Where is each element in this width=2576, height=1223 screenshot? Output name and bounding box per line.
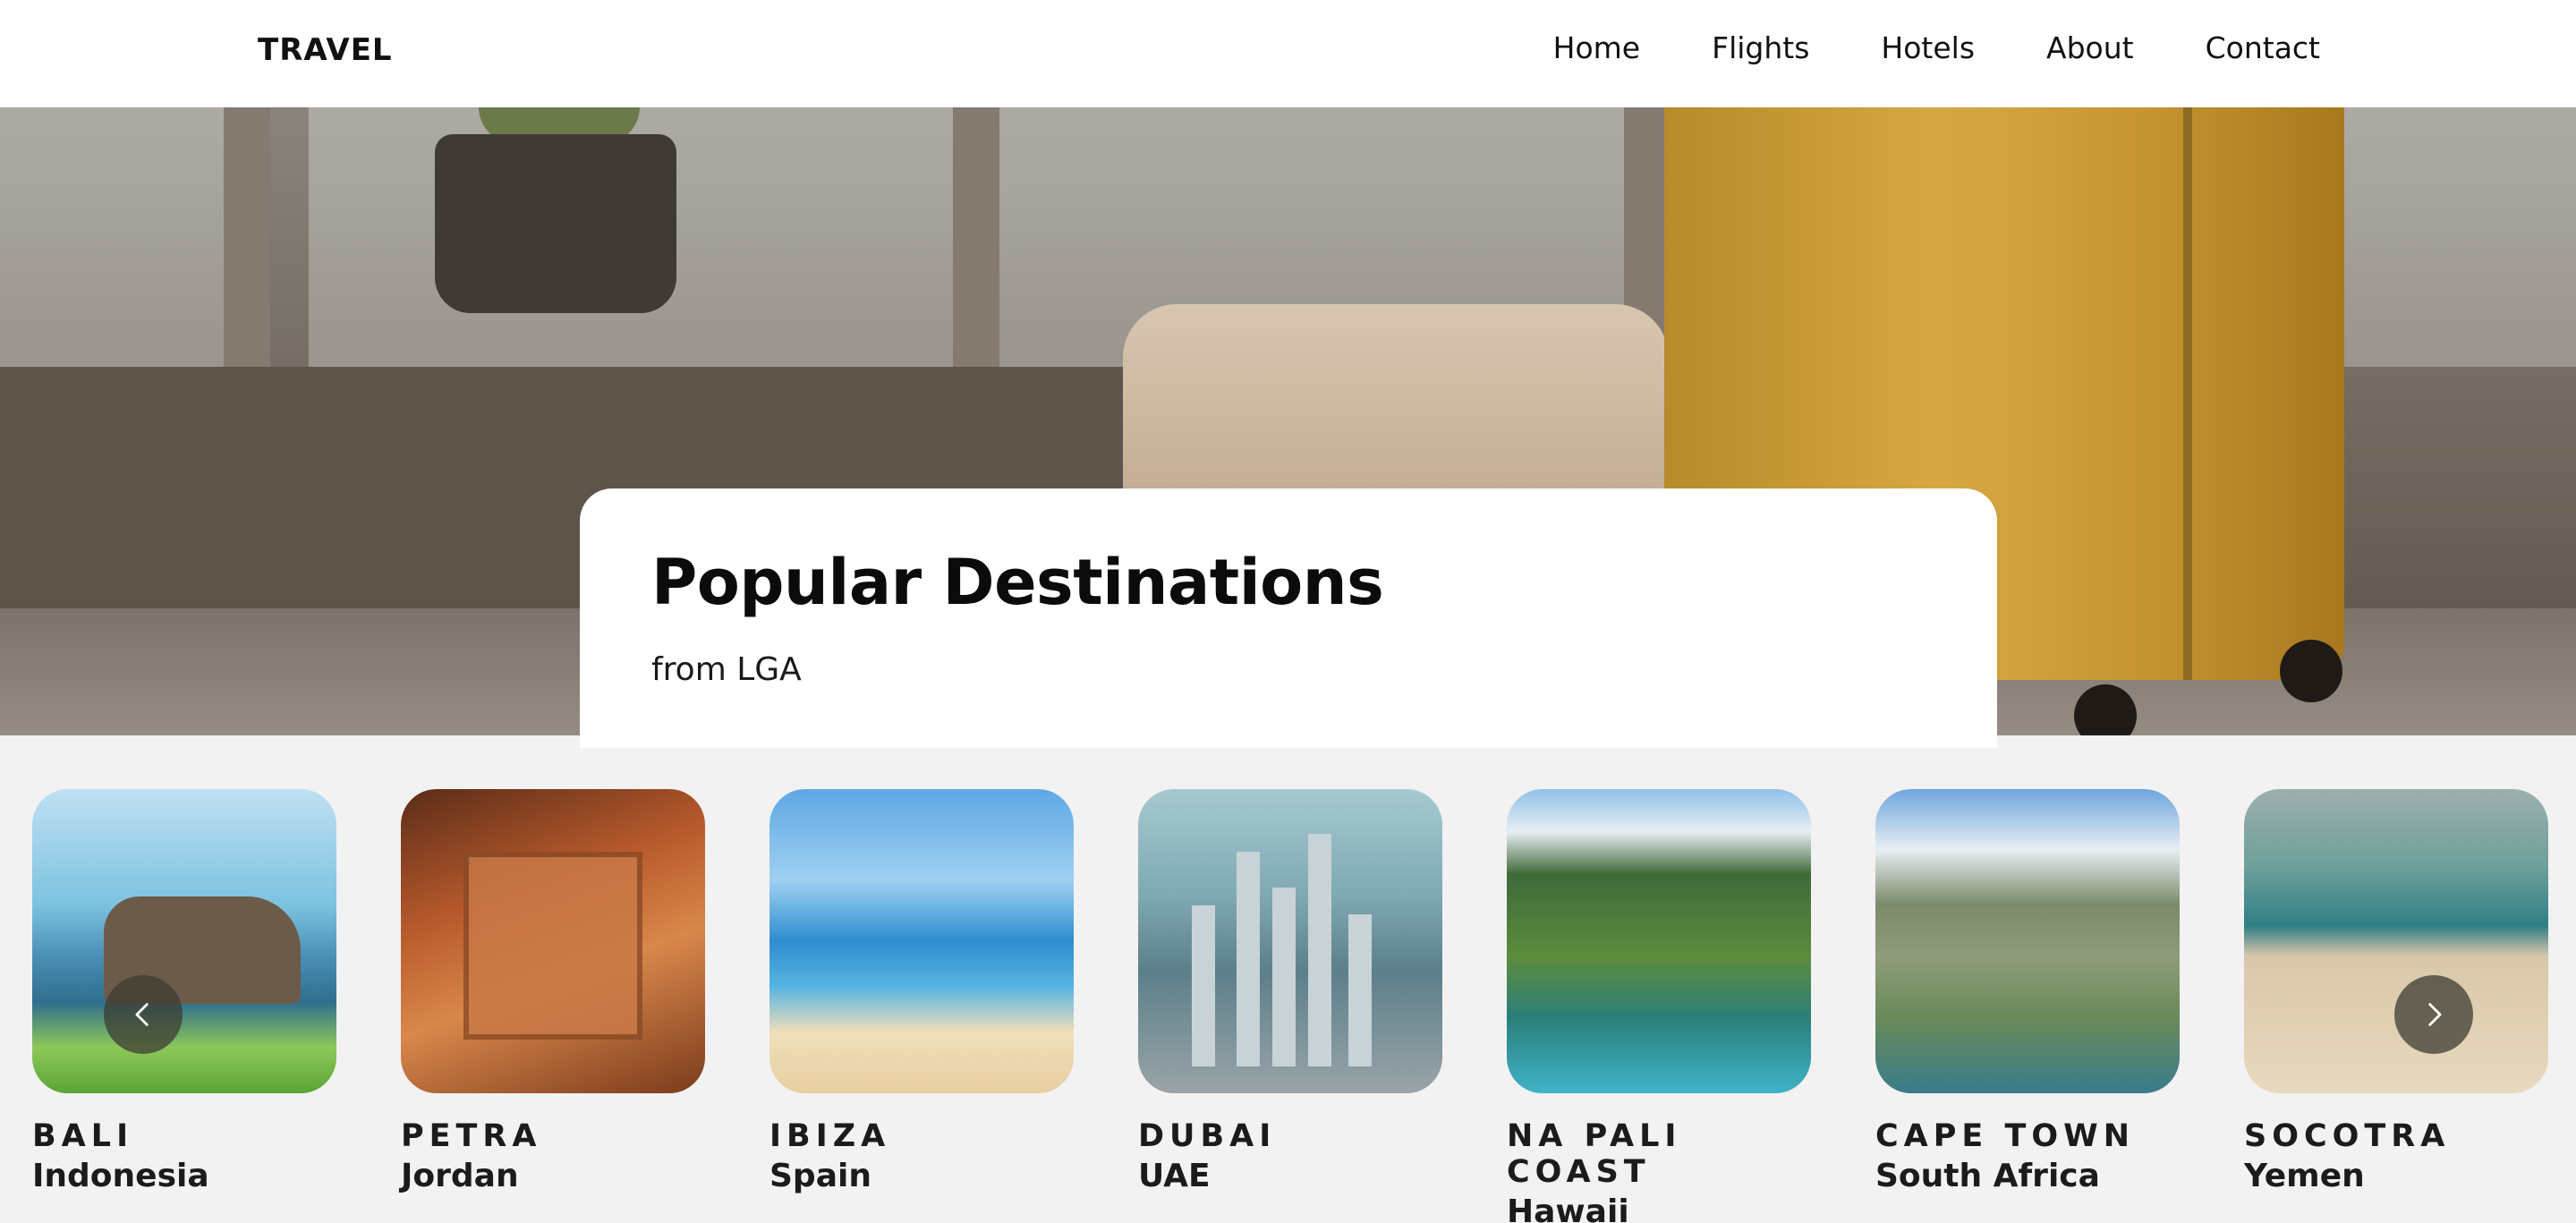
destination-image bbox=[2244, 789, 2548, 1093]
nav-link-flights[interactable]: Flights bbox=[1712, 30, 1809, 65]
nav-link-hotels[interactable]: Hotels bbox=[1881, 30, 1975, 65]
destination-name: IBIZA bbox=[769, 1118, 891, 1154]
carousel-next-button[interactable] bbox=[2394, 975, 2473, 1054]
hero-mullion bbox=[953, 107, 999, 394]
destination-image bbox=[1875, 789, 2180, 1093]
destination-image bbox=[32, 789, 336, 1093]
carousel-prev-button[interactable] bbox=[104, 975, 183, 1054]
destination-country: Yemen bbox=[2244, 1158, 2365, 1194]
page-subtitle: from LGA bbox=[651, 651, 802, 688]
destination-name: PETRA bbox=[401, 1118, 542, 1154]
hero-window bbox=[2340, 107, 2576, 367]
destination-country: Hawaii bbox=[1507, 1193, 1629, 1223]
nav-link-home[interactable]: Home bbox=[1553, 30, 1640, 65]
top-nav: TRAVEL Home Flights Hotels About Contact bbox=[0, 0, 2576, 107]
destination-name: NA PALI COAST bbox=[1507, 1118, 1682, 1190]
page-title: Popular Destinations bbox=[651, 546, 1384, 619]
chevron-left-icon bbox=[135, 1003, 149, 1026]
destination-country: Indonesia bbox=[32, 1158, 209, 1194]
destination-image bbox=[769, 789, 1074, 1093]
destinations-carousel: BALI Indonesia PETRA Jordan IBIZA Spain … bbox=[0, 735, 2576, 1223]
chevron-right-icon bbox=[2428, 1003, 2442, 1026]
brand-logo[interactable]: TRAVEL bbox=[258, 32, 393, 68]
destinations-header-card: Popular Destinations from LGA bbox=[580, 488, 1997, 748]
destination-card-socotra[interactable]: SOCOTRA Yemen bbox=[2244, 789, 2548, 1194]
destination-name: BALI bbox=[32, 1118, 134, 1154]
destination-card-petra[interactable]: PETRA Jordan bbox=[401, 789, 705, 1194]
destination-country: Spain bbox=[769, 1158, 871, 1194]
hero-suitcase-wheel bbox=[2280, 640, 2342, 702]
destination-card-bali[interactable]: BALI Indonesia bbox=[32, 789, 336, 1194]
destination-country: Jordan bbox=[401, 1158, 519, 1194]
destination-name: SOCOTRA bbox=[2244, 1118, 2451, 1154]
nav-link-contact[interactable]: Contact bbox=[2206, 30, 2320, 65]
destination-card-cape-town[interactable]: CAPE TOWN South Africa bbox=[1875, 789, 2180, 1194]
destination-name: DUBAI bbox=[1138, 1118, 1277, 1154]
destination-image bbox=[401, 789, 705, 1093]
hero-plant-pot bbox=[435, 134, 676, 313]
destination-card-dubai[interactable]: DUBAI UAE bbox=[1138, 789, 1442, 1194]
destination-country: UAE bbox=[1138, 1158, 1211, 1194]
destination-image bbox=[1138, 789, 1442, 1093]
nav-link-about[interactable]: About bbox=[2046, 30, 2134, 65]
destination-card-na-pali-coast[interactable]: NA PALI COAST Hawaii bbox=[1507, 789, 1811, 1223]
destination-name: CAPE TOWN bbox=[1875, 1118, 2136, 1154]
hero-window bbox=[0, 107, 224, 367]
destination-image bbox=[1507, 789, 1811, 1093]
destination-card-ibiza[interactable]: IBIZA Spain bbox=[769, 789, 1074, 1194]
nav-links: Home Flights Hotels About Contact bbox=[1553, 30, 2320, 65]
hero-mullion bbox=[224, 107, 270, 394]
destination-country: South Africa bbox=[1875, 1158, 2100, 1194]
